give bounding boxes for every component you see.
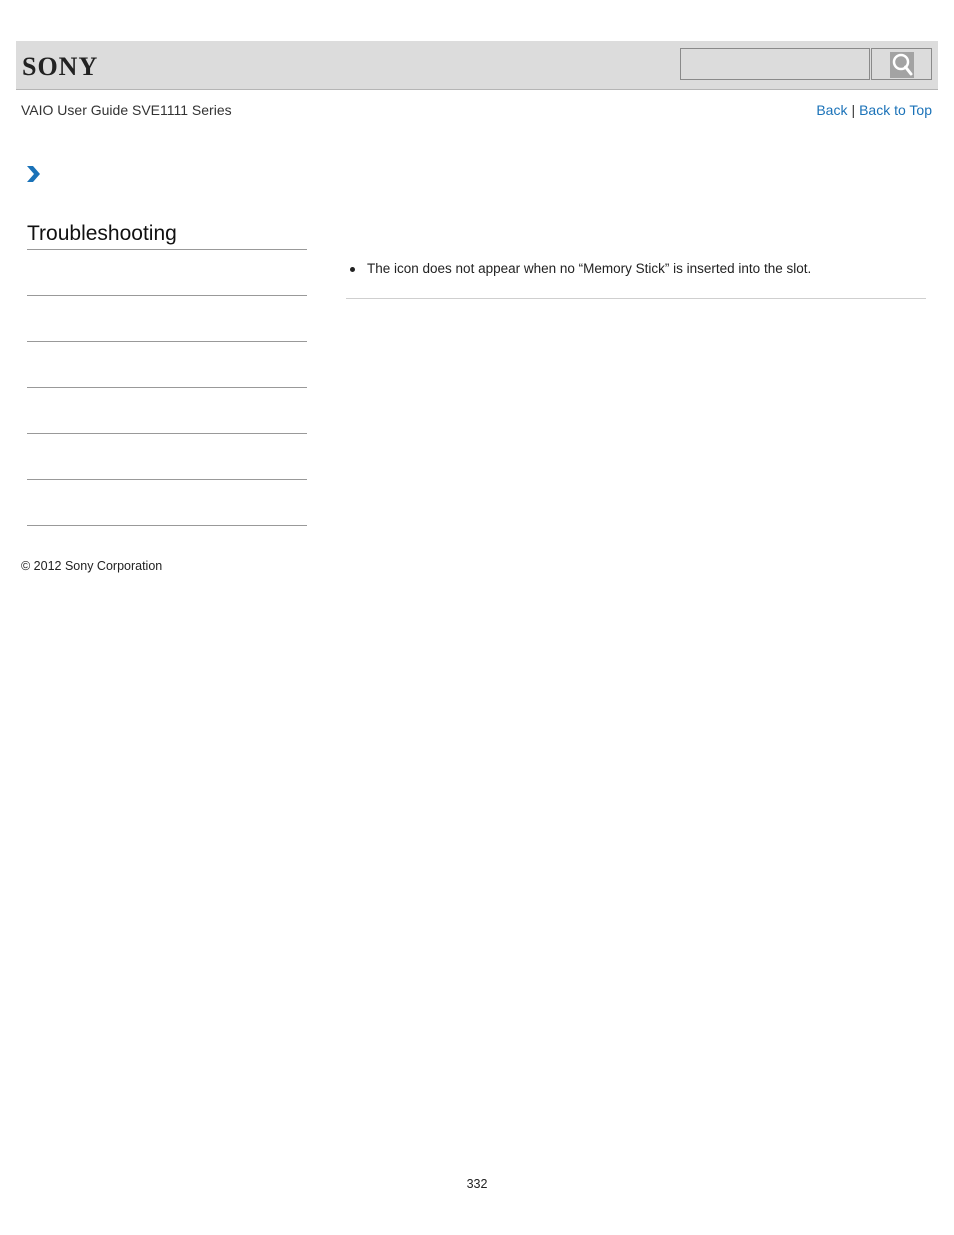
back-link[interactable]: Back	[816, 102, 847, 118]
nav-links: Back | Back to Top	[816, 102, 932, 118]
search-icon	[890, 52, 914, 78]
sidebar-item[interactable]	[27, 388, 307, 434]
sidebar-title: Troubleshooting	[27, 222, 307, 250]
main-content: The icon does not appear when no “Memory…	[346, 260, 926, 299]
sony-logo: SONY	[22, 52, 99, 81]
sidebar-item[interactable]	[27, 434, 307, 480]
sidebar-item[interactable]	[27, 296, 307, 342]
link-separator: |	[851, 102, 856, 118]
sidebar-item[interactable]	[27, 342, 307, 388]
search-button[interactable]	[871, 48, 932, 80]
copyright: © 2012 Sony Corporation	[21, 559, 163, 573]
header-bar: SONY	[16, 41, 938, 90]
guide-title: VAIO User Guide SVE1111 Series	[21, 102, 232, 118]
sidebar-item[interactable]	[27, 250, 307, 296]
sidebar-item[interactable]	[27, 480, 307, 526]
list-item: The icon does not appear when no “Memory…	[346, 260, 926, 278]
content-divider	[346, 298, 926, 299]
back-to-top-link[interactable]: Back to Top	[859, 102, 932, 118]
bullet-list: The icon does not appear when no “Memory…	[346, 260, 926, 278]
sidebar: Troubleshooting	[27, 222, 307, 526]
page-number: 332	[466, 1177, 488, 1191]
search-input[interactable]	[680, 48, 870, 80]
bullet-icon	[350, 267, 355, 272]
list-item-text: The icon does not appear when no “Memory…	[367, 261, 812, 276]
chevron-right-icon[interactable]	[26, 165, 42, 183]
